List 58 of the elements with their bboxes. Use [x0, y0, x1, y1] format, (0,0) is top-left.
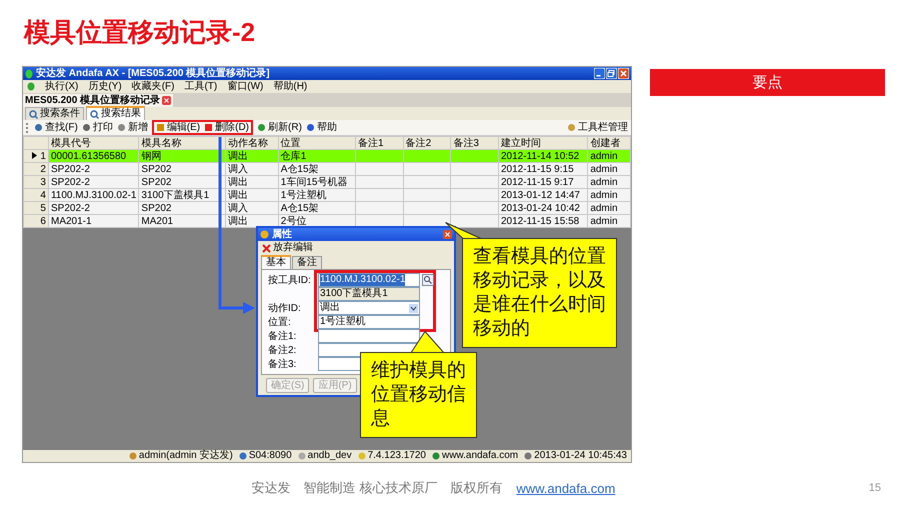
page-number: 15: [868, 482, 881, 494]
window-title: 安达发 Andafa AX - [MES05.200 模具位置移动记录]: [36, 67, 270, 80]
table-cell: 1100.MJ.3100.02-1: [50, 190, 136, 200]
field-label: 按工具ID:: [268, 275, 311, 286]
table-cell: 2012-11-15 9:17: [500, 176, 574, 188]
status-item: andb_dev: [298, 450, 352, 462]
callout-tooltip: 维护模具的位置移动信息: [360, 352, 477, 438]
table-cell: 调入: [228, 164, 248, 174]
table-cell: 调入: [228, 202, 248, 214]
table-cell: 2012-11-15 9:15: [500, 164, 574, 174]
table-cell: SP202: [141, 176, 172, 188]
table-cell: 2012-11-15 15:58: [500, 216, 580, 226]
field-label: 备注3:: [268, 359, 296, 370]
table-cell: admin: [590, 150, 618, 162]
table-cell: 调出: [228, 176, 248, 188]
dialog-title: 属性: [272, 228, 292, 241]
table-cell: admin: [590, 190, 618, 200]
row-number: 1: [40, 150, 46, 162]
table-cell: 调出: [228, 190, 248, 200]
table-cell: 2号位: [280, 216, 306, 226]
status-item: S04:8090: [238, 450, 292, 462]
key-points-banner: 要点: [650, 69, 885, 96]
table-cell: admin: [590, 202, 618, 214]
row-number: 3: [40, 176, 46, 188]
table-cell: A仓15架: [280, 202, 319, 214]
row-number: 5: [40, 202, 46, 214]
table-cell: admin: [590, 164, 618, 174]
table-cell: 2012-11-14 10:52: [500, 150, 580, 162]
table-cell: 2013-01-24 10:42: [500, 202, 580, 214]
table-cell: admin: [590, 216, 618, 226]
row-number: 2: [40, 164, 46, 174]
table-cell: 2013-01-12 14:47: [500, 190, 580, 200]
field-label: 备注2:: [268, 345, 296, 356]
table-cell: 钢网: [141, 150, 162, 162]
status-item: 2013-01-24 10:45:43: [524, 450, 627, 462]
field-label: 位置:: [268, 317, 291, 328]
table-cell: 调出: [228, 150, 248, 162]
table-cell: SP202: [141, 164, 172, 174]
table-cell: A仓15架: [280, 164, 319, 174]
table-cell: admin: [590, 176, 618, 188]
table-cell: SP202-2: [50, 176, 90, 188]
row-number: 4: [40, 190, 46, 200]
table-cell: MA201: [141, 216, 174, 226]
footer-text: 安达发 智能制造 核心技术原厂 版权所有: [252, 479, 502, 497]
table-cell: 调出: [228, 216, 248, 226]
status-item: admin(admin 安达发): [128, 450, 233, 462]
row-number: 6: [40, 216, 46, 226]
table-cell: SP202: [141, 202, 172, 214]
table-cell: SP202-2: [50, 164, 90, 174]
table-cell: SP202-2: [50, 202, 90, 214]
status-item: www.andafa.com: [432, 450, 518, 462]
table-cell: 00001.61356580: [50, 150, 126, 162]
callout-tooltip: 查看模具的位置移动记录，以及是谁在什么时间移动的: [462, 238, 617, 348]
field-label: 备注1:: [268, 331, 296, 342]
field-label: 动作ID:: [268, 303, 301, 314]
slide-title: 模具位置移动记录-2: [24, 16, 256, 48]
status-item: 7.4.123.1720: [358, 450, 426, 462]
table-cell: MA201-1: [50, 216, 92, 226]
